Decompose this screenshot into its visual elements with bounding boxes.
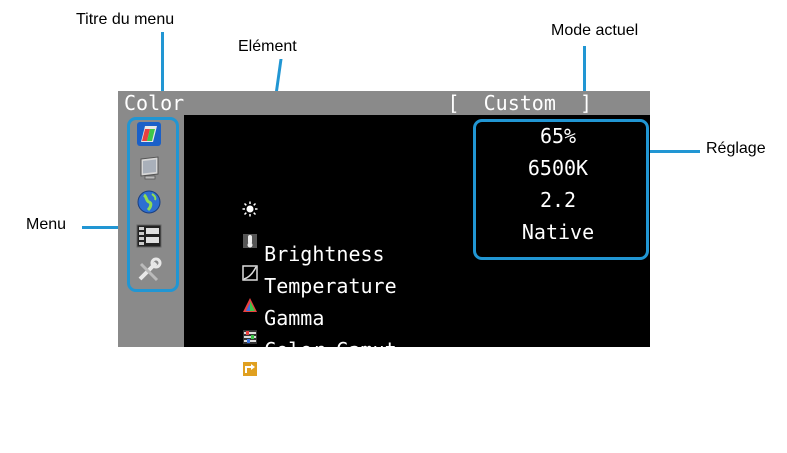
- setting-annotation: Réglage: [706, 140, 766, 157]
- menu-highlight: [127, 117, 179, 292]
- current-mode-leader: [583, 46, 586, 96]
- setting-highlight: [473, 119, 649, 260]
- submenu-arrow-icon: >: [480, 370, 493, 394]
- osd-item-advanced-settings[interactable]: Advanced Settings >: [194, 251, 493, 394]
- osd-item-gamma[interactable]: Gamma: [194, 187, 324, 330]
- osd-item-color-reset[interactable]: Color Reset: [194, 283, 397, 426]
- item-annotation: Elément: [238, 38, 297, 55]
- menu-annotation: Menu: [26, 216, 67, 233]
- menu-title-annotation: Titre du menu: [76, 11, 175, 28]
- osd-current-mode: [ Custom ]: [447, 91, 593, 115]
- osd-item-temperature[interactable]: Temperature: [194, 155, 397, 298]
- osd-item-label: Color Reset: [264, 402, 397, 426]
- osd-menu-title: Color: [124, 91, 185, 115]
- setting-leader: [650, 150, 700, 153]
- osd-item-brightness[interactable]: Brightness: [194, 123, 385, 266]
- osd-item-label: Advanced Settings: [264, 370, 469, 394]
- menu-title-leader: [161, 32, 164, 96]
- current-mode-annotation: Mode actuel: [551, 22, 639, 39]
- osd-item-color-gamut[interactable]: Color Gamut: [194, 219, 397, 362]
- osd-title-bar: Color [ Custom ]: [118, 91, 650, 115]
- color-reset-icon: [242, 309, 258, 376]
